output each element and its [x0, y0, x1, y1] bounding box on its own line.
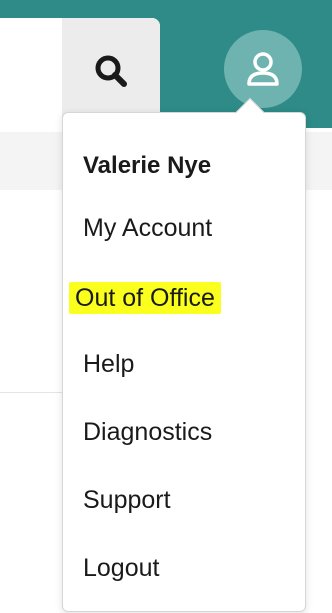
app-screen: Valerie Nye My Account Out of Office Hel…: [0, 0, 332, 613]
content-divider: [0, 392, 62, 393]
subheader-band-left: [0, 132, 62, 190]
search-icon: [95, 55, 127, 87]
menu-item-logout[interactable]: Logout: [83, 551, 159, 585]
menu-item-out-of-office[interactable]: Out of Office: [69, 281, 221, 315]
search-button[interactable]: [62, 18, 160, 124]
menu-item-my-account[interactable]: My Account: [83, 211, 212, 245]
user-menu-button[interactable]: [224, 30, 302, 108]
menu-item-diagnostics[interactable]: Diagnostics: [83, 415, 212, 449]
page-content: [0, 128, 62, 613]
user-name: Valerie Nye: [83, 152, 212, 179]
menu-item-help[interactable]: Help: [83, 347, 134, 381]
user-dropdown-menu: Valerie Nye My Account Out of Office Hel…: [62, 112, 306, 612]
menu-item-support[interactable]: Support: [83, 483, 171, 517]
user-icon: [247, 52, 279, 86]
menu-item-label-highlighted: Out of Office: [69, 282, 221, 314]
